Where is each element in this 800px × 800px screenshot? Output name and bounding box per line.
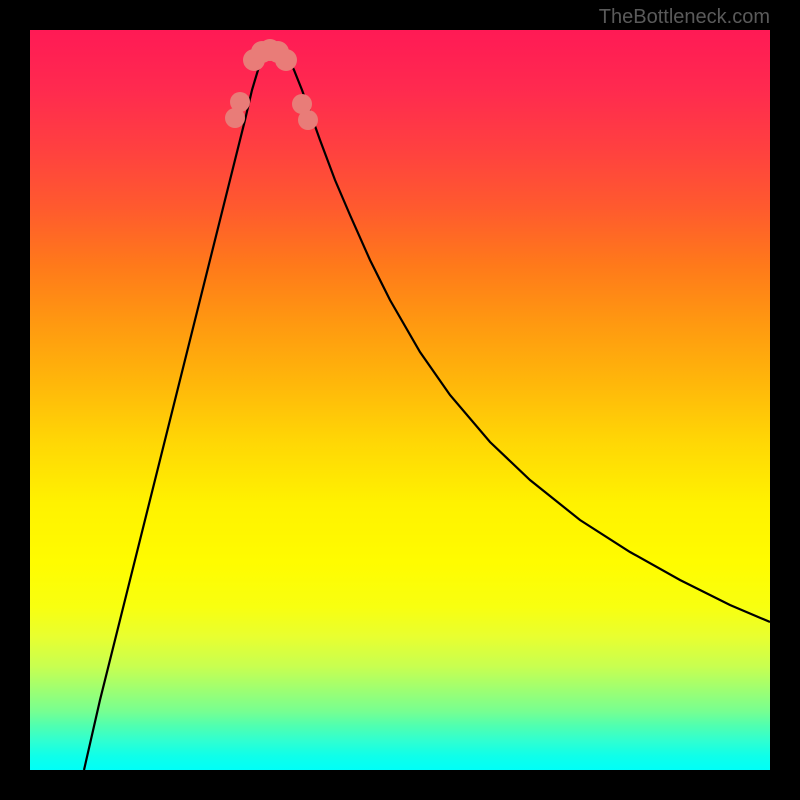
bottleneck-curve-svg [30,30,770,770]
curve-marker [298,110,318,130]
bottleneck-curve-path [84,48,770,770]
curve-marker [230,92,250,112]
chart-plot-area [30,30,770,770]
curve-marker [275,49,297,71]
watermark-text: TheBottleneck.com [599,6,770,29]
curve-markers [225,39,318,130]
